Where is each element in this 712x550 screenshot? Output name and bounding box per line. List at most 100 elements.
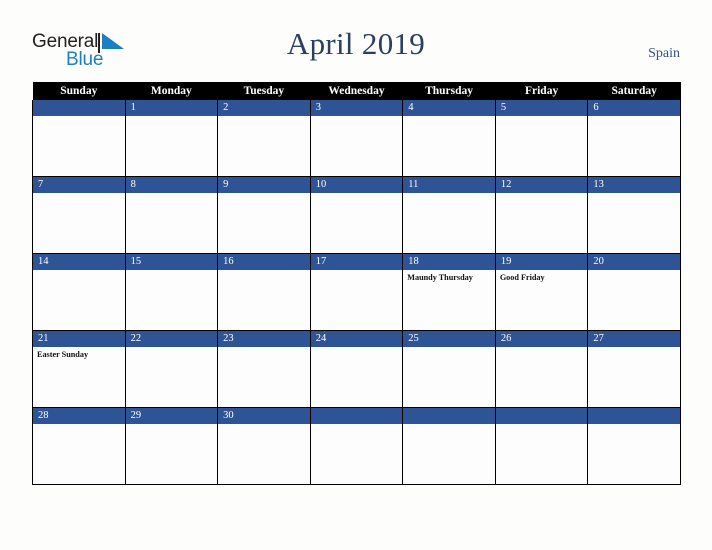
day-number: 1 — [125, 100, 218, 116]
calendar-day-cell[interactable]: 11 — [402, 176, 496, 254]
day-event-list — [218, 347, 310, 350]
calendar-day-cell[interactable]: 28 — [32, 407, 126, 485]
day-event-list — [403, 347, 495, 350]
page-header: General Blue April 2019 Spain — [0, 0, 712, 82]
day-cell-content: 13 — [588, 177, 680, 253]
day-event-list — [588, 270, 680, 273]
calendar-day-cell[interactable] — [587, 407, 681, 485]
calendar-day-cell[interactable]: 2 — [217, 100, 311, 177]
day-cell-content: 25 — [403, 331, 495, 407]
calendar-day-cell[interactable]: 19 Good Friday — [494, 253, 589, 331]
calendar-day-cell[interactable]: 17 — [309, 253, 404, 331]
calendar-day-cell[interactable]: 23 — [217, 330, 311, 408]
calendar-day-cell[interactable]: 24 — [309, 330, 404, 408]
day-cell-content: 10 — [310, 177, 403, 253]
day-number: 22 — [125, 331, 218, 347]
weekday-header-saturday: Saturday — [587, 82, 681, 100]
calendar-day-cell[interactable]: 14 — [32, 253, 126, 331]
calendar-day-cell[interactable] — [402, 407, 496, 485]
calendar-day-cell[interactable]: 21 Easter Sunday — [32, 330, 126, 408]
calendar-week-row: 28 29 30 — [32, 407, 681, 485]
calendar-day-cell[interactable]: 26 — [494, 330, 589, 408]
day-event-list — [311, 193, 403, 196]
day-cell-content: 29 — [125, 408, 218, 484]
day-number: 14 — [33, 254, 125, 270]
holiday-event: Good Friday — [499, 273, 545, 282]
calendar-day-cell[interactable] — [494, 407, 589, 485]
calendar-day-cell[interactable]: 25 — [402, 330, 496, 408]
calendar-day-cell[interactable]: 9 — [217, 176, 311, 254]
day-number: 2 — [218, 100, 310, 116]
calendar-day-cell[interactable]: 18 Maundy Thursday — [402, 253, 496, 331]
calendar-day-cell[interactable] — [309, 407, 404, 485]
calendar-day-cell[interactable]: 20 — [587, 253, 681, 331]
day-number: 18 — [403, 254, 495, 270]
day-event-list — [218, 424, 310, 427]
calendar-day-cell[interactable]: 1 — [124, 100, 219, 177]
day-number: 17 — [310, 254, 403, 270]
holiday-event: Maundy Thursday — [407, 273, 473, 282]
day-number: 20 — [588, 254, 680, 270]
page-title: April 2019 — [286, 26, 426, 61]
weekday-header-row: Sunday Monday Tuesday Wednesday Thursday… — [32, 82, 681, 100]
day-cell-content: 4 — [403, 100, 495, 176]
weekday-header-tuesday: Tuesday — [217, 82, 311, 100]
day-number: 11 — [403, 177, 495, 193]
day-cell-content — [310, 408, 403, 484]
country-label: Spain — [648, 46, 680, 61]
day-event-list — [126, 270, 218, 273]
day-event-list — [496, 116, 588, 119]
day-number: 7 — [33, 177, 125, 193]
calendar-week-row: 7 8 9 10 11 12 13 — [32, 176, 681, 254]
day-cell-content — [588, 408, 680, 484]
day-number: 24 — [310, 331, 403, 347]
calendar-day-cell[interactable]: 4 — [402, 100, 496, 177]
calendar-day-cell[interactable]: 22 — [124, 330, 219, 408]
day-cell-content: 7 — [33, 177, 125, 253]
day-event-list — [33, 116, 125, 119]
calendar-day-cell[interactable]: 7 — [32, 176, 126, 254]
calendar-day-cell[interactable]: 29 — [124, 407, 219, 485]
day-cell-content: 28 — [33, 408, 125, 484]
day-number: 9 — [218, 177, 310, 193]
day-cell-content: 1 — [125, 100, 218, 176]
calendar-day-cell[interactable]: 3 — [309, 100, 404, 177]
weekday-header-thursday: Thursday — [402, 82, 496, 100]
calendar-day-cell[interactable]: 13 — [587, 176, 681, 254]
day-cell-content: 16 — [218, 254, 310, 330]
day-event-list — [33, 193, 125, 196]
day-event-list: Maundy Thursday — [403, 270, 495, 283]
calendar-day-cell[interactable]: 12 — [494, 176, 589, 254]
calendar-day-cell[interactable]: 8 — [124, 176, 219, 254]
calendar-day-cell[interactable]: 6 — [587, 100, 681, 177]
day-event-list — [588, 347, 680, 350]
calendar-day-cell[interactable] — [32, 100, 126, 177]
day-event-list — [588, 424, 680, 427]
calendar-day-cell[interactable]: 10 — [309, 176, 404, 254]
day-cell-content: 8 — [125, 177, 218, 253]
day-cell-content: 21 Easter Sunday — [33, 331, 125, 407]
day-number: 23 — [218, 331, 310, 347]
day-number: 29 — [125, 408, 218, 424]
day-number: 28 — [33, 408, 125, 424]
calendar-week-row: 14 15 16 17 18 Maundy Thursday 19 Good Friday 20 — [32, 253, 681, 331]
calendar-day-cell[interactable]: 5 — [494, 100, 589, 177]
calendar-day-cell[interactable]: 15 — [124, 253, 219, 331]
day-event-list: Good Friday — [496, 270, 588, 283]
calendar-body: 1 2 3 4 5 6 7 8 9 10 11 12 13 14 15 16 17 18 Maundy Thursd… — [32, 100, 681, 485]
day-cell-content: 5 — [495, 100, 588, 176]
day-number: 8 — [125, 177, 218, 193]
day-event-list — [126, 116, 218, 119]
day-cell-content: 14 — [33, 254, 125, 330]
day-event-list — [311, 424, 403, 427]
day-number — [310, 408, 403, 424]
day-cell-content: 24 — [310, 331, 403, 407]
calendar-day-cell[interactable]: 30 — [217, 407, 311, 485]
day-event-list — [496, 424, 588, 427]
calendar-day-cell[interactable]: 27 — [587, 330, 681, 408]
calendar-day-cell[interactable]: 16 — [217, 253, 311, 331]
weekday-header-wednesday: Wednesday — [310, 82, 403, 100]
day-cell-content: 19 Good Friday — [495, 254, 588, 330]
day-number — [33, 100, 125, 116]
day-event-list — [33, 270, 125, 273]
